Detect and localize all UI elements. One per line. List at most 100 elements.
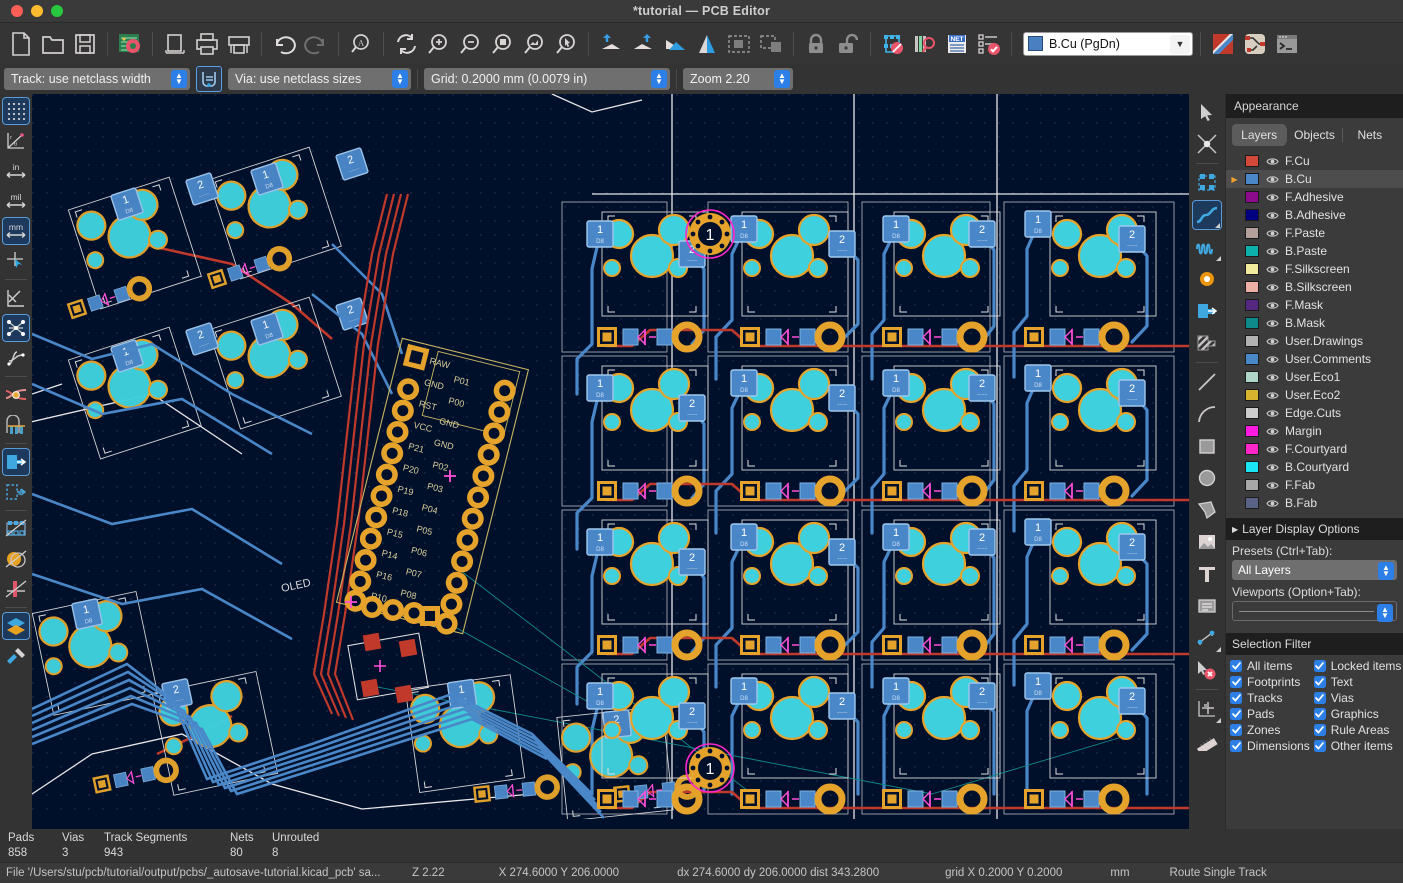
add-dimension-tool-icon[interactable] [1192,623,1222,653]
set-origin-tool-icon[interactable] [1192,694,1222,724]
active-layer-selector[interactable]: B.Cu (PgDn) ▼ [1023,32,1193,56]
layer-color-swatch[interactable] [1245,443,1259,455]
refresh-icon[interactable] [391,29,421,59]
layer-row[interactable]: User.Comments [1226,350,1403,368]
zoom-stepper[interactable]: ▲▼ [774,70,790,88]
select-tool-icon[interactable] [1192,97,1222,127]
draw-circle-tool-icon[interactable] [1192,463,1222,493]
footprint-editor-icon[interactable] [878,29,908,59]
layer-row[interactable]: B.Paste [1226,242,1403,260]
text-sketch-mode-icon[interactable] [2,545,30,573]
selection-filter-item[interactable]: Rule Areas [1314,722,1402,738]
layer-color-swatch[interactable] [1245,425,1259,437]
layer-row[interactable]: F.Silkscreen [1226,260,1403,278]
checkbox-icon[interactable] [1314,740,1326,752]
grid-selector[interactable]: Grid: 0.2000 mm (0.0079 in) ▲▼ [424,68,670,90]
open-board-icon[interactable] [38,29,68,59]
layer-row[interactable]: F.Mask [1226,296,1403,314]
polar-coordinates-icon[interactable]: rθ [2,127,30,155]
checkbox-icon[interactable] [1230,724,1242,736]
layer-visibility-eye-icon[interactable] [1265,265,1279,274]
place-image-tool-icon[interactable] [1192,527,1222,557]
layer-visibility-eye-icon[interactable] [1265,445,1279,454]
layer-row[interactable]: B.Adhesive [1226,206,1403,224]
ungroup-icon[interactable] [756,29,786,59]
checkbox-icon[interactable] [1230,740,1242,752]
layer-color-swatch[interactable] [1245,155,1259,167]
via-size-selector[interactable]: Via: use netclass sizes ▲▼ [228,68,411,90]
group-icon[interactable] [724,29,754,59]
flip-horizontal-icon[interactable] [660,29,690,59]
drc-icon[interactable] [974,29,1004,59]
footprint-library-icon[interactable] [910,29,940,59]
unlock-icon[interactable] [833,29,863,59]
track-width-stepper[interactable]: ▲▼ [171,70,187,88]
full-crosshair-icon[interactable] [2,247,30,275]
layer-row[interactable]: User.Eco2 [1226,386,1403,404]
selection-filter-item[interactable]: Locked items [1314,658,1402,674]
draw-rule-area-tool-icon[interactable] [1192,328,1222,358]
redo-icon[interactable] [301,29,331,59]
pad-fill-mode-icon[interactable] [2,448,30,476]
checkbox-icon[interactable] [1314,676,1326,688]
presets-stepper[interactable]: ▲▼ [1378,562,1394,580]
layer-visibility-eye-icon[interactable] [1265,157,1279,166]
draw-arc-tool-icon[interactable] [1192,399,1222,429]
show-ratsnest-icon[interactable] [2,314,30,342]
layer-color-swatch[interactable] [1245,245,1259,257]
selection-filter-item[interactable]: Pads [1230,706,1310,722]
tab-objects[interactable]: Objects [1287,124,1341,146]
selection-filter-item[interactable]: Text [1314,674,1402,690]
checkbox-icon[interactable] [1230,676,1242,688]
layer-row[interactable]: Edge.Cuts [1226,404,1403,422]
layer-color-swatch[interactable] [1245,209,1259,221]
layer-visibility-eye-icon[interactable] [1265,247,1279,256]
layer-row[interactable]: Margin [1226,422,1403,440]
checkbox-icon[interactable] [1230,708,1242,720]
layer-list[interactable]: F.Cu▶B.CuF.AdhesiveB.AdhesiveF.PasteB.Pa… [1226,150,1403,512]
place-via-tool-icon[interactable] [1192,264,1222,294]
layer-color-swatch[interactable] [1245,173,1259,185]
zoom-in-icon[interactable] [423,29,453,59]
delete-tool-icon[interactable] [1192,655,1222,685]
checkbox-icon[interactable] [1314,724,1326,736]
add-text-tool-icon[interactable] [1192,559,1222,589]
units-mm-icon[interactable]: mm [2,217,30,245]
layer-visibility-eye-icon[interactable] [1265,427,1279,436]
layer-row[interactable]: User.Drawings [1226,332,1403,350]
layer-color-swatch[interactable] [1245,317,1259,329]
highlight-net-tool-icon[interactable] [1192,129,1222,159]
rotate-ccw-icon[interactable] [596,29,626,59]
toggle-properties-panel-icon[interactable] [2,642,30,670]
layer-color-swatch[interactable] [1245,371,1259,383]
draw-zone-tool-icon[interactable] [1192,296,1222,326]
layer-color-swatch[interactable] [1245,191,1259,203]
page-settings-icon[interactable] [160,29,190,59]
board-setup-icon[interactable] [115,29,145,59]
draw-rectangle-tool-icon[interactable] [1192,431,1222,461]
zoom-out-icon[interactable] [455,29,485,59]
route-tracks-tool-icon[interactable] [1192,200,1222,230]
contrast-mode-icon[interactable] [2,612,30,640]
tool-options-indicator[interactable] [1216,256,1221,261]
selection-filter-item[interactable]: Vias [1314,690,1402,706]
router-settings-icon[interactable] [1240,29,1270,59]
checkbox-icon[interactable] [1230,660,1242,672]
checkbox-icon[interactable] [1230,692,1242,704]
zone-outline-mode-icon[interactable] [2,478,30,506]
layer-color-swatch[interactable] [1245,497,1259,509]
selection-filter-item[interactable]: Footprints [1230,674,1310,690]
layer-color-swatch[interactable] [1245,461,1259,473]
units-inches-icon[interactable]: in [2,157,30,185]
find-icon[interactable]: A [346,29,376,59]
netlist-icon[interactable]: NET [942,29,972,59]
layer-visibility-eye-icon[interactable] [1265,463,1279,472]
print-icon[interactable] [192,29,222,59]
zoom-selector[interactable]: Zoom 2.20 ▲▼ [683,68,793,90]
scripting-console-icon[interactable] [1272,29,1302,59]
tool-options-indicator[interactable] [1216,647,1221,652]
curved-ratsnest-icon[interactable] [2,344,30,372]
toggle-ratsnest-arcs-icon[interactable] [2,284,30,312]
layer-row[interactable]: B.Courtyard [1226,458,1403,476]
layer-visibility-eye-icon[interactable] [1265,229,1279,238]
